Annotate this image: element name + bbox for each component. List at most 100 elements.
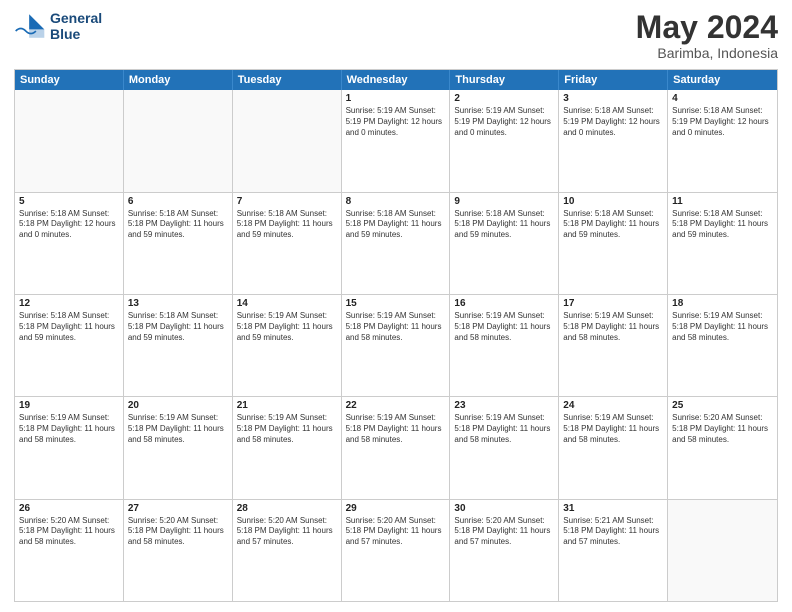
cell-info: Sunrise: 5:18 AM Sunset: 5:18 PM Dayligh… bbox=[19, 311, 119, 343]
day-number: 16 bbox=[454, 298, 554, 309]
calendar-cell: 9Sunrise: 5:18 AM Sunset: 5:18 PM Daylig… bbox=[450, 193, 559, 294]
day-number: 19 bbox=[19, 400, 119, 411]
day-number: 14 bbox=[237, 298, 337, 309]
calendar-cell: 10 Sunrise: 5:18 AM Sunset: 5:18 PM Dayli… bbox=[559, 193, 668, 294]
cell-info: Sunrise: 5:20 AM Sunset: 5:18 PM Dayligh… bbox=[237, 516, 337, 548]
subtitle: Barimba, Indonesia bbox=[636, 45, 778, 61]
cell-info: Sunrise: 5:21 AM Sunset: 5:18 PM Dayligh… bbox=[563, 516, 663, 548]
day-number: 8 bbox=[346, 196, 446, 207]
calendar-cell: 2Sunrise: 5:19 AM Sunset: 5:19 PM Daylig… bbox=[450, 90, 559, 191]
day-number: 23 bbox=[454, 400, 554, 411]
calendar-week-row: 26 Sunrise: 5:20 AM Sunset: 5:18 PM Dayli… bbox=[15, 500, 777, 601]
day-number: 22 bbox=[346, 400, 446, 411]
cell-info: Sunrise: 5:20 AM Sunset: 5:18 PM Dayligh… bbox=[19, 516, 119, 548]
day-number: 15 bbox=[346, 298, 446, 309]
calendar-cell: 17 Sunrise: 5:19 AM Sunset: 5:18 PM Dayli… bbox=[559, 295, 668, 396]
cell-info: Sunrise: 5:20 AM Sunset: 5:18 PM Dayligh… bbox=[672, 413, 773, 445]
cell-info: Sunrise: 5:18 AM Sunset: 5:18 PM Dayligh… bbox=[237, 209, 337, 241]
cell-info: Sunrise: 5:18 AM Sunset: 5:19 PM Dayligh… bbox=[563, 106, 663, 138]
day-number: 9 bbox=[454, 196, 554, 207]
day-of-week-header: Wednesday bbox=[342, 70, 451, 90]
calendar-week-row: 5Sunrise: 5:18 AM Sunset: 5:18 PM Daylig… bbox=[15, 193, 777, 295]
calendar-cell bbox=[233, 90, 342, 191]
day-number: 29 bbox=[346, 503, 446, 514]
calendar-cell: 20 Sunrise: 5:19 AM Sunset: 5:18 PM Dayli… bbox=[124, 397, 233, 498]
cell-info: Sunrise: 5:20 AM Sunset: 5:18 PM Dayligh… bbox=[128, 516, 228, 548]
cell-info: Sunrise: 5:19 AM Sunset: 5:18 PM Dayligh… bbox=[346, 311, 446, 343]
cell-info: Sunrise: 5:20 AM Sunset: 5:18 PM Dayligh… bbox=[454, 516, 554, 548]
calendar-cell: 29Sunrise: 5:20 AM Sunset: 5:18 PM Dayli… bbox=[342, 500, 451, 601]
calendar-cell: 23 Sunrise: 5:19 AM Sunset: 5:18 PM Dayli… bbox=[450, 397, 559, 498]
cell-info: Sunrise: 5:18 AM Sunset: 5:18 PM Dayligh… bbox=[128, 311, 228, 343]
calendar-cell: 21 Sunrise: 5:19 AM Sunset: 5:18 PM Dayli… bbox=[233, 397, 342, 498]
calendar-cell: 27Sunrise: 5:20 AM Sunset: 5:18 PM Dayli… bbox=[124, 500, 233, 601]
cell-info: Sunrise: 5:19 AM Sunset: 5:18 PM Dayligh… bbox=[237, 413, 337, 445]
calendar-cell bbox=[15, 90, 124, 191]
calendar-cell: 28 Sunrise: 5:20 AM Sunset: 5:18 PM Dayli… bbox=[233, 500, 342, 601]
calendar-cell bbox=[668, 500, 777, 601]
day-number: 20 bbox=[128, 400, 228, 411]
cell-info: Sunrise: 5:19 AM Sunset: 5:18 PM Dayligh… bbox=[128, 413, 228, 445]
day-of-week-header: Thursday bbox=[450, 70, 559, 90]
main-title: May 2024 bbox=[636, 10, 778, 45]
title-block: May 2024 Barimba, Indonesia bbox=[636, 10, 778, 61]
calendar-cell: 6 Sunrise: 5:18 AM Sunset: 5:18 PM Daylig… bbox=[124, 193, 233, 294]
day-number: 11 bbox=[672, 196, 773, 207]
day-number: 31 bbox=[563, 503, 663, 514]
calendar-cell: 5Sunrise: 5:18 AM Sunset: 5:18 PM Daylig… bbox=[15, 193, 124, 294]
calendar-cell: 15 Sunrise: 5:19 AM Sunset: 5:18 PM Dayli… bbox=[342, 295, 451, 396]
header: General Blue May 2024 Barimba, Indonesia bbox=[14, 10, 778, 61]
calendar-cell: 16 Sunrise: 5:19 AM Sunset: 5:18 PM Dayli… bbox=[450, 295, 559, 396]
day-number: 26 bbox=[19, 503, 119, 514]
day-of-week-header: Friday bbox=[559, 70, 668, 90]
calendar-week-row: 12 Sunrise: 5:18 AM Sunset: 5:18 PM Dayli… bbox=[15, 295, 777, 397]
cell-info: Sunrise: 5:19 AM Sunset: 5:18 PM Dayligh… bbox=[454, 413, 554, 445]
cell-info: Sunrise: 5:19 AM Sunset: 5:18 PM Dayligh… bbox=[346, 413, 446, 445]
calendar-week-row: 19 Sunrise: 5:19 AM Sunset: 5:18 PM Dayli… bbox=[15, 397, 777, 499]
calendar-cell: 1 Sunrise: 5:19 AM Sunset: 5:19 PM Daylig… bbox=[342, 90, 451, 191]
cell-info: Sunrise: 5:19 AM Sunset: 5:18 PM Dayligh… bbox=[563, 413, 663, 445]
day-number: 3 bbox=[563, 93, 663, 104]
calendar-week-row: 1 Sunrise: 5:19 AM Sunset: 5:19 PM Daylig… bbox=[15, 90, 777, 192]
day-number: 17 bbox=[563, 298, 663, 309]
day-number: 7 bbox=[237, 196, 337, 207]
calendar-cell: 4Sunrise: 5:18 AM Sunset: 5:19 PM Daylig… bbox=[668, 90, 777, 191]
logo: General Blue bbox=[14, 10, 102, 42]
cell-info: Sunrise: 5:18 AM Sunset: 5:18 PM Dayligh… bbox=[128, 209, 228, 241]
day-number: 6 bbox=[128, 196, 228, 207]
calendar-cell: 7 Sunrise: 5:18 AM Sunset: 5:18 PM Daylig… bbox=[233, 193, 342, 294]
cell-info: Sunrise: 5:18 AM Sunset: 5:18 PM Dayligh… bbox=[346, 209, 446, 241]
logo-icon bbox=[14, 12, 46, 40]
calendar-cell: 30Sunrise: 5:20 AM Sunset: 5:18 PM Dayli… bbox=[450, 500, 559, 601]
calendar-cell: 18Sunrise: 5:19 AM Sunset: 5:18 PM Dayli… bbox=[668, 295, 777, 396]
logo-text: General Blue bbox=[50, 10, 102, 42]
cell-info: Sunrise: 5:19 AM Sunset: 5:18 PM Dayligh… bbox=[454, 311, 554, 343]
day-number: 25 bbox=[672, 400, 773, 411]
day-number: 4 bbox=[672, 93, 773, 104]
cell-info: Sunrise: 5:18 AM Sunset: 5:18 PM Dayligh… bbox=[563, 209, 663, 241]
calendar-cell: 13 Sunrise: 5:18 AM Sunset: 5:18 PM Dayli… bbox=[124, 295, 233, 396]
day-of-week-header: Monday bbox=[124, 70, 233, 90]
calendar-cell: 25 Sunrise: 5:20 AM Sunset: 5:18 PM Dayli… bbox=[668, 397, 777, 498]
calendar-cell: 14 Sunrise: 5:19 AM Sunset: 5:18 PM Dayli… bbox=[233, 295, 342, 396]
day-of-week-header: Tuesday bbox=[233, 70, 342, 90]
calendar-cell: 24 Sunrise: 5:19 AM Sunset: 5:18 PM Dayli… bbox=[559, 397, 668, 498]
calendar-cell: 11Sunrise: 5:18 AM Sunset: 5:18 PM Dayli… bbox=[668, 193, 777, 294]
calendar-cell: 8 Sunrise: 5:18 AM Sunset: 5:18 PM Daylig… bbox=[342, 193, 451, 294]
calendar-body: 1 Sunrise: 5:19 AM Sunset: 5:19 PM Daylig… bbox=[15, 90, 777, 601]
cell-info: Sunrise: 5:19 AM Sunset: 5:19 PM Dayligh… bbox=[346, 106, 446, 138]
day-number: 12 bbox=[19, 298, 119, 309]
day-number: 24 bbox=[563, 400, 663, 411]
calendar: SundayMondayTuesdayWednesdayThursdayFrid… bbox=[14, 69, 778, 602]
day-number: 13 bbox=[128, 298, 228, 309]
calendar-cell: 3 Sunrise: 5:18 AM Sunset: 5:19 PM Daylig… bbox=[559, 90, 668, 191]
cell-info: Sunrise: 5:19 AM Sunset: 5:19 PM Dayligh… bbox=[454, 106, 554, 138]
day-number: 1 bbox=[346, 93, 446, 104]
cell-info: Sunrise: 5:19 AM Sunset: 5:18 PM Dayligh… bbox=[563, 311, 663, 343]
day-number: 28 bbox=[237, 503, 337, 514]
calendar-cell: 19Sunrise: 5:19 AM Sunset: 5:18 PM Dayli… bbox=[15, 397, 124, 498]
calendar-cell: 26 Sunrise: 5:20 AM Sunset: 5:18 PM Dayli… bbox=[15, 500, 124, 601]
day-number: 10 bbox=[563, 196, 663, 207]
day-number: 21 bbox=[237, 400, 337, 411]
cell-info: Sunrise: 5:19 AM Sunset: 5:18 PM Dayligh… bbox=[237, 311, 337, 343]
